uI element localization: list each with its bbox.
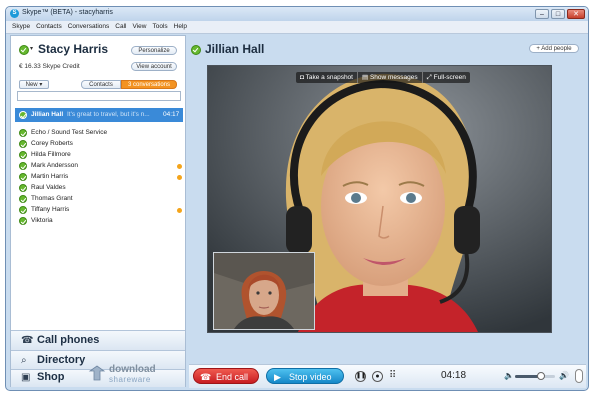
volume-slider[interactable] — [515, 372, 555, 380]
profile-name[interactable]: Stacy Harris — [38, 42, 108, 56]
menu-view[interactable]: View — [133, 21, 147, 33]
contact-name: Raul Valdes — [31, 184, 66, 191]
contact-name: Mark Andersson — [31, 162, 78, 169]
call-panel: Jillian Hall + Add people ◘ Take a snaps… — [189, 35, 586, 388]
mute-microphone-icon[interactable]: ● — [372, 371, 383, 382]
online-status-icon — [19, 129, 27, 137]
dialpad-icon[interactable]: ⠿ — [389, 370, 396, 381]
menu-contacts[interactable]: Contacts — [36, 21, 62, 33]
fullscreen-button[interactable]: ⤢ Full-screen — [421, 72, 470, 83]
speaker-icon: 🔈 — [504, 371, 514, 380]
unread-indicator — [177, 208, 182, 213]
online-status-icon — [19, 184, 27, 192]
fullscreen-icon: ⤢ — [426, 74, 432, 81]
self-video-feed — [214, 253, 314, 329]
online-status-icon — [19, 140, 27, 148]
menu-skype[interactable]: Skype — [12, 21, 30, 33]
contact-name: Tiffany Harris — [31, 206, 70, 213]
online-status-icon — [19, 162, 27, 170]
contact-name: Echo / Sound Test Service — [31, 129, 108, 136]
tab-contacts[interactable]: Contacts — [81, 80, 121, 89]
close-icon[interactable]: ✕ — [567, 9, 585, 19]
speaker-loud-icon: 🔊 — [559, 371, 569, 380]
phone-icon: ☎ — [21, 335, 34, 346]
contact-name: Viktoria — [31, 217, 53, 224]
left-panel: ▾ Stacy Harris Personalize € 16.33 Skype… — [10, 35, 186, 387]
contact-name: Corey Roberts — [31, 140, 73, 147]
online-status-icon[interactable] — [19, 45, 29, 55]
stop-video-label: Stop video — [289, 372, 332, 382]
online-status-icon — [19, 195, 27, 203]
online-status-icon — [191, 45, 201, 55]
tab-conversations[interactable]: 3 conversations — [121, 80, 177, 89]
watermark-line1: download — [109, 364, 156, 375]
menu-conversations[interactable]: Conversations — [68, 21, 110, 33]
remote-video: ◘ Take a snapshot ▤ Show messages ⤢ Full-s… — [207, 65, 552, 333]
shop-label: Shop — [37, 371, 65, 383]
self-video-preview[interactable] — [213, 252, 315, 330]
menu-help[interactable]: Help — [174, 21, 187, 33]
online-status-icon — [19, 173, 27, 181]
phone-hangup-icon: ☎ — [200, 372, 212, 382]
menu-bar: Skype Contacts Conversations Call View Tools H… — [6, 21, 588, 34]
menu-tools[interactable]: Tools — [152, 21, 167, 33]
view-account-button[interactable]: View account — [131, 62, 177, 71]
online-status-icon — [19, 206, 27, 214]
camera-icon: ◘ — [300, 74, 304, 81]
call-phones-label: Call phones — [37, 334, 100, 346]
call-timer: 04:18 — [441, 370, 467, 381]
window-title: Skype™ (BETA) - stacyharris — [22, 9, 113, 16]
directory-label: Directory — [37, 354, 86, 366]
skype-window: S Skype™ (BETA) - stacyharris – □ ✕ Skyp… — [5, 6, 589, 391]
call-contact-name[interactable]: Jillian Hall — [205, 42, 264, 56]
download-shareware-watermark: download shareware — [87, 362, 183, 386]
end-call-button[interactable]: ☎ End call — [193, 368, 259, 384]
personalize-button[interactable]: Personalize — [131, 46, 177, 55]
maximize-icon[interactable]: □ — [551, 9, 565, 19]
conversation-name: Jillian Hall — [31, 111, 64, 118]
call-quality-icon[interactable] — [575, 369, 583, 383]
fullscreen-label: Full-screen — [433, 74, 466, 81]
unread-indicator — [177, 175, 182, 180]
unread-indicator — [177, 164, 182, 169]
call-phones-nav[interactable]: ☎ Call phones — [11, 330, 185, 350]
new-button[interactable]: New ▾ — [19, 80, 49, 89]
minimize-icon[interactable]: – — [535, 9, 549, 19]
end-call-label: End call — [216, 372, 249, 382]
watermark-line2: shareware — [109, 375, 151, 384]
download-arrow-icon — [88, 365, 106, 381]
add-people-button[interactable]: + Add people — [529, 44, 579, 53]
video-toolbar: ◘ Take a snapshot ▤ Show messages ⤢ Full-s… — [296, 72, 470, 83]
active-conversation-row[interactable]: Jillian Hall It's great to travel, but i… — [15, 108, 183, 122]
contact-name: Hilda Fillmore — [31, 151, 71, 158]
conversation-time: 04:17 — [163, 111, 180, 118]
hold-icon[interactable]: ❚❚ — [355, 371, 366, 382]
new-button-label: New — [25, 82, 38, 88]
call-controls: ☎ End call ▶ Stop video ❚❚ ● ⠿ 04:18 🔈 🔊 — [189, 364, 586, 388]
search-input[interactable] — [17, 91, 181, 101]
show-messages-label: Show messages — [369, 74, 418, 81]
contact-name: Thomas Grant — [31, 195, 73, 202]
online-status-icon — [19, 217, 27, 225]
menu-call[interactable]: Call — [115, 21, 126, 33]
online-status-icon — [19, 111, 27, 119]
shop-icon: ▣ — [21, 372, 31, 383]
skype-credit: € 16.33 Skype Credit — [19, 63, 80, 70]
skype-logo-icon: S — [10, 9, 19, 18]
conversation-preview: It's great to travel, but it's n... — [67, 111, 150, 118]
show-messages-button[interactable]: ▤ Show messages — [356, 72, 422, 83]
status-chevron-down-icon[interactable]: ▾ — [30, 45, 33, 52]
search-icon: ⌕ — [21, 355, 27, 366]
volume-knob[interactable] — [537, 372, 545, 380]
online-status-icon — [19, 151, 27, 159]
take-snapshot-label: Take a snapshot — [305, 74, 353, 81]
video-camera-icon: ▶ — [274, 372, 281, 382]
contact-name: Martin Harris — [31, 173, 69, 180]
stop-video-button[interactable]: ▶ Stop video — [266, 368, 344, 384]
chat-icon: ▤ — [361, 74, 369, 81]
take-snapshot-button[interactable]: ◘ Take a snapshot — [296, 72, 357, 83]
title-bar: S Skype™ (BETA) - stacyharris – □ ✕ — [6, 7, 588, 21]
